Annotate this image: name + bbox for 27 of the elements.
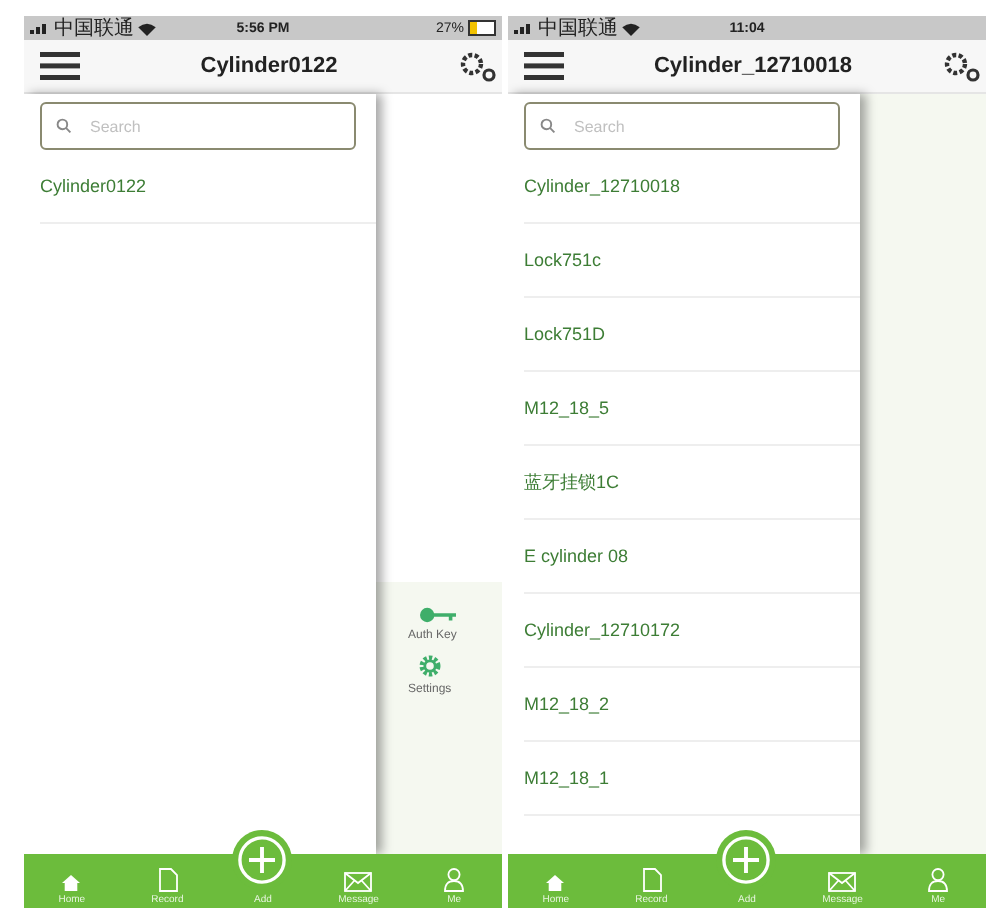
settings-icon[interactable] [942,50,982,82]
envelope-icon [344,872,373,892]
person-icon [444,868,465,892]
envelope-icon [828,872,857,892]
page-title: Cylinder_12710018 [651,54,855,78]
home-icon [546,874,565,892]
page-title: Cylinder0122 [198,54,340,78]
carrier-text: 中国联通 [54,16,134,42]
key-icon[interactable] [418,606,458,624]
signal-icon [514,22,534,34]
document-icon [157,868,178,892]
person-icon [928,868,949,892]
search-icon [540,118,556,134]
menu-icon[interactable] [40,52,80,80]
document-icon [641,868,662,892]
search-field[interactable]: Search [40,102,356,150]
search-icon [56,118,72,134]
wifi-icon [622,21,640,35]
wifi-icon [138,21,156,35]
gear-icon[interactable] [418,654,442,678]
search-field[interactable]: Search [524,102,840,150]
home-icon [62,874,81,892]
signal-icon [30,22,50,34]
carrier-text: 中国联通 [538,16,618,42]
battery-icon [468,20,496,36]
settings-icon[interactable] [458,50,498,82]
menu-icon[interactable] [524,52,564,80]
